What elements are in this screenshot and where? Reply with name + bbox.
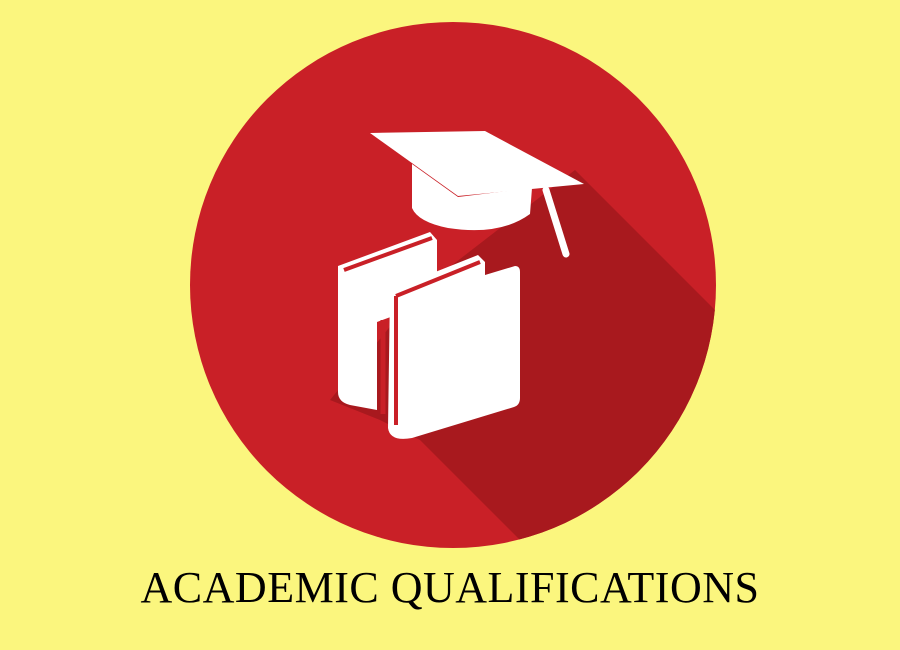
page-title: ACADEMIC QUALIFICATIONS bbox=[140, 563, 760, 612]
academic-emblem bbox=[190, 22, 716, 548]
academic-qualifications-banner: ACADEMIC QUALIFICATIONS bbox=[0, 0, 900, 650]
